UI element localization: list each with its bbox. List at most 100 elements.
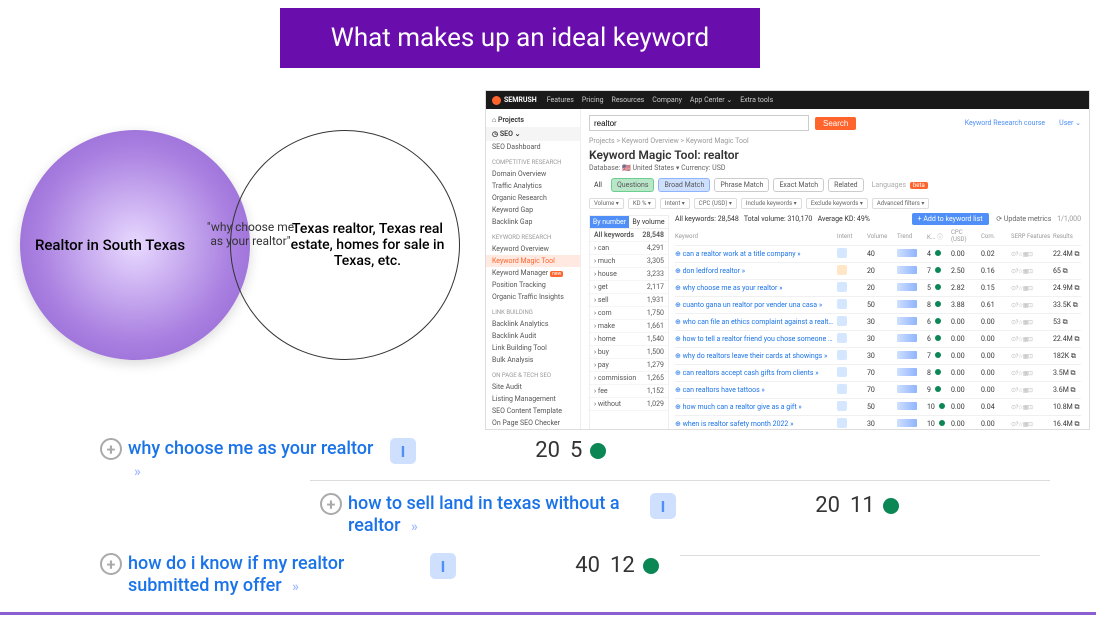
sidebar-item[interactable]: Listing Management bbox=[486, 393, 580, 405]
sidebar-item[interactable]: Site Audit bbox=[486, 381, 580, 393]
sidebar-item[interactable]: Backlink Gap bbox=[486, 216, 580, 228]
table-row[interactable]: ⊕ who can file an ethics complaint again… bbox=[675, 314, 1081, 331]
filter-dropdown[interactable]: Intent ▾ bbox=[660, 198, 690, 209]
filter-dropdown[interactable]: KD % ▾ bbox=[628, 198, 656, 209]
filter-dropdown[interactable]: Exclude keywords ▾ bbox=[806, 198, 868, 209]
group-row[interactable]: › commission1,265 bbox=[590, 372, 668, 385]
group-row[interactable]: › pay1,279 bbox=[590, 359, 668, 372]
trend-icon bbox=[897, 300, 917, 308]
sidebar-item[interactable]: Position Tracking bbox=[486, 279, 580, 291]
group-row[interactable]: › com1,750 bbox=[590, 307, 668, 320]
group-row[interactable]: › much3,305 bbox=[590, 255, 668, 268]
col-header[interactable]: SERP Features bbox=[1011, 233, 1051, 240]
sidebar-item[interactable]: SEO Content Template bbox=[486, 405, 580, 417]
plus-icon[interactable]: + bbox=[100, 553, 122, 575]
intent-badge: I bbox=[650, 493, 676, 519]
table-row[interactable]: ⊕ don ledford realtor » 20 7 2.50 0.16 ⊙… bbox=[675, 263, 1081, 280]
group-row[interactable]: › home1,540 bbox=[590, 333, 668, 346]
topnav-item[interactable]: Company bbox=[652, 96, 682, 104]
intent-badge: I bbox=[390, 438, 416, 464]
sidebar-item[interactable]: Backlink Audit bbox=[486, 330, 580, 342]
table-row[interactable]: ⊕ why do realtors leave their cards at s… bbox=[675, 348, 1081, 365]
kd-dot-icon bbox=[643, 558, 659, 574]
filter-dropdown[interactable]: CPC (USD) ▾ bbox=[694, 198, 737, 209]
topnav-item[interactable]: Features bbox=[547, 96, 574, 104]
callout-keyword[interactable]: + how do i know if my realtor submitted … bbox=[100, 553, 420, 596]
research-course-link[interactable]: Keyword Research course bbox=[965, 119, 1045, 127]
col-header[interactable]: Intent bbox=[837, 233, 865, 240]
sidebar-item[interactable]: Bulk Analysis bbox=[486, 354, 580, 366]
volume-value: 20 bbox=[720, 493, 840, 518]
keyword-search-input[interactable] bbox=[589, 115, 809, 131]
plus-icon[interactable]: + bbox=[320, 493, 342, 515]
sidebar-item[interactable]: Link Building Tool bbox=[486, 342, 580, 354]
tab-related[interactable]: Related bbox=[828, 178, 864, 192]
col-header[interactable]: Results bbox=[1053, 233, 1081, 240]
sidebar-item[interactable]: Organic Research bbox=[486, 192, 580, 204]
sidebar-item[interactable]: Traffic Analytics bbox=[486, 180, 580, 192]
group-row[interactable]: › get2,117 bbox=[590, 281, 668, 294]
table-row[interactable]: ⊕ why choose me as your realtor » 20 5 2… bbox=[675, 280, 1081, 297]
sidebar-item[interactable]: Log File Analyzer bbox=[486, 429, 580, 430]
callout-1: + why choose me as your realtor » I 20 5 bbox=[100, 438, 650, 481]
sidebar-item[interactable]: On Page SEO Checker bbox=[486, 417, 580, 429]
sidebar-seo[interactable]: ◷ SEO ⌄ bbox=[486, 127, 580, 141]
trend-icon bbox=[897, 249, 917, 257]
venn-diagram: Realtor in South Texas Texas realtor, Te… bbox=[20, 90, 480, 390]
sidebar-item[interactable]: Keyword Overview bbox=[486, 243, 580, 255]
table-row[interactable]: ⊕ when is realtor safety month 2022 » 30… bbox=[675, 416, 1081, 429]
user-menu[interactable]: User ⌄ bbox=[1059, 119, 1081, 127]
table-row[interactable]: ⊕ how much can a realtor give as a gift … bbox=[675, 399, 1081, 416]
filter-dropdown[interactable]: Advanced filters ▾ bbox=[872, 198, 930, 209]
tab-broad-match[interactable]: Broad Match bbox=[658, 178, 710, 192]
group-row[interactable]: › fee1,152 bbox=[590, 385, 668, 398]
search-button[interactable]: Search bbox=[815, 117, 856, 130]
table-row[interactable]: ⊕ can realtors have tattoos » 70 9 0.00 … bbox=[675, 382, 1081, 399]
sidebar-item[interactable]: Backlink Analytics bbox=[486, 318, 580, 330]
callout-keyword[interactable]: + why choose me as your realtor » bbox=[100, 438, 380, 481]
filter-dropdown[interactable]: Include keywords ▾ bbox=[741, 198, 802, 209]
groups-by-number[interactable]: By number bbox=[590, 216, 629, 229]
topnav-item[interactable]: Extra tools bbox=[740, 96, 773, 104]
group-row[interactable]: › make1,661 bbox=[590, 320, 668, 333]
group-row[interactable]: › without1,029 bbox=[590, 398, 668, 411]
update-metrics[interactable]: ⟳ Update metrics bbox=[996, 215, 1051, 223]
tab-questions[interactable]: Questions bbox=[611, 178, 654, 192]
filter-dropdown[interactable]: Volume ▾ bbox=[589, 198, 624, 209]
topnav-item[interactable]: App Center ⌄ bbox=[690, 96, 732, 104]
sidebar-item[interactable]: Keyword Managernew bbox=[486, 267, 580, 279]
tab-exact-match[interactable]: Exact Match bbox=[773, 178, 824, 192]
groups-by-volume[interactable]: By volume bbox=[629, 216, 668, 229]
col-header[interactable]: Com. bbox=[981, 233, 1009, 240]
table-row[interactable]: ⊕ how to tell a realtor friend you chose… bbox=[675, 331, 1081, 348]
tab-all[interactable]: All bbox=[589, 179, 607, 191]
slide-title: What makes up an ideal keyword bbox=[280, 8, 760, 68]
col-header[interactable]: CPC (USD) bbox=[951, 229, 979, 243]
table-row[interactable]: ⊕ can realtors accept cash gifts from cl… bbox=[675, 365, 1081, 382]
filter-row: Volume ▾ KD % ▾ Intent ▾ CPC (USD) ▾ Include… bbox=[589, 198, 1081, 209]
group-row[interactable]: › sell1,931 bbox=[590, 294, 668, 307]
group-row[interactable]: › buy1,500 bbox=[590, 346, 668, 359]
add-to-list-button[interactable]: + Add to keyword list bbox=[912, 213, 989, 225]
col-header[interactable]: K... ⓘ bbox=[927, 232, 949, 241]
group-row[interactable]: › house3,233 bbox=[590, 268, 668, 281]
sidebar-item[interactable]: Domain Overview bbox=[486, 168, 580, 180]
table-row[interactable]: ⊕ cuanto gana un realtor por vender una … bbox=[675, 297, 1081, 314]
sidebar-item[interactable]: Organic Traffic Insights bbox=[486, 291, 580, 303]
sidebar-item[interactable]: Keyword Magic Tool bbox=[486, 255, 580, 267]
callout-keyword[interactable]: + how to sell land in texas without a re… bbox=[320, 493, 640, 536]
sidebar-item[interactable]: SEO Dashboard bbox=[486, 141, 580, 153]
plus-icon[interactable]: + bbox=[100, 438, 122, 460]
table-row[interactable]: ⊕ can a realtor work at a title company … bbox=[675, 246, 1081, 263]
topnav-item[interactable]: Pricing bbox=[582, 96, 604, 104]
trend-icon bbox=[897, 317, 917, 325]
col-header[interactable]: Keyword bbox=[675, 233, 835, 240]
col-header[interactable]: Trend bbox=[897, 233, 925, 240]
sidebar-projects[interactable]: ⌂ Projects bbox=[486, 113, 580, 127]
sidebar-item[interactable]: Keyword Gap bbox=[486, 204, 580, 216]
topnav-item[interactable]: Resources bbox=[612, 96, 645, 104]
volume-value: 40 bbox=[500, 553, 600, 578]
group-row[interactable]: › can4,291 bbox=[590, 242, 668, 255]
col-header[interactable]: Volume bbox=[867, 233, 895, 240]
tab-phrase-match[interactable]: Phrase Match bbox=[714, 178, 769, 192]
